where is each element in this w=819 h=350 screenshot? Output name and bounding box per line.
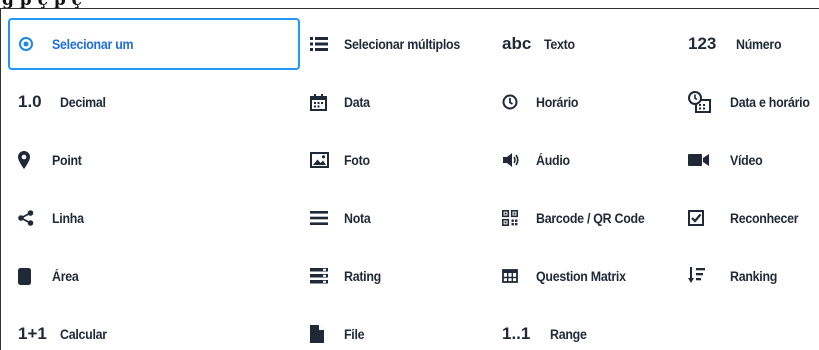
field-type-data[interactable]: Data: [300, 76, 492, 128]
field-type-grid: Selecionar um Selecionar múltiplos abc T…: [8, 18, 819, 350]
field-type-horario[interactable]: Horário: [492, 76, 678, 128]
field-type-label: Point: [52, 152, 82, 168]
qr-code-icon: [502, 207, 528, 229]
field-type-rating[interactable]: Rating: [300, 250, 492, 302]
field-type-numero[interactable]: 123 Número: [678, 18, 819, 70]
field-type-selecionar-um[interactable]: Selecionar um: [8, 18, 300, 70]
field-type-label: Calcular: [60, 326, 107, 342]
field-type-audio[interactable]: Áudio: [492, 134, 678, 186]
table-grid-icon: [502, 265, 528, 287]
field-type-ranking[interactable]: Ranking: [678, 250, 819, 302]
calendar-icon: [310, 91, 336, 113]
share-line-icon: [18, 207, 44, 229]
note-lines-icon: [310, 207, 336, 229]
field-type-label: Rating: [344, 268, 381, 284]
field-type-label: Foto: [344, 152, 370, 168]
clock-icon: [502, 91, 528, 113]
field-type-video[interactable]: Vídeo: [678, 134, 819, 186]
field-type-label: Linha: [52, 210, 84, 226]
field-type-label: Texto: [544, 36, 575, 52]
field-type-label: Ranking: [730, 268, 778, 284]
number-123-icon: 123: [688, 34, 717, 53]
field-type-label: Selecionar um: [52, 36, 134, 52]
field-type-texto[interactable]: abc Texto: [492, 18, 678, 70]
field-type-label: Range: [550, 326, 587, 342]
field-type-question-matrix[interactable]: Question Matrix: [492, 250, 678, 302]
radio-selected-icon: [18, 33, 44, 55]
ranking-sort-icon: [688, 265, 722, 287]
speaker-icon: [502, 149, 528, 171]
photo-icon: [310, 149, 336, 171]
field-type-data-e-horario[interactable]: Data e horário: [678, 76, 819, 128]
field-type-label: Data e horário: [730, 94, 810, 110]
field-type-label: Áudio: [536, 152, 570, 168]
field-type-label: Data: [344, 94, 370, 110]
field-type-label: Barcode / QR Code: [536, 210, 645, 226]
field-type-label: Vídeo: [730, 152, 763, 168]
field-type-label: Número: [736, 36, 782, 52]
field-type-calcular[interactable]: 1+1 Calcular: [8, 308, 300, 350]
field-type-label: Question Matrix: [536, 268, 626, 284]
field-type-point[interactable]: Point: [8, 134, 300, 186]
field-type-label: Selecionar múltiplos: [344, 36, 460, 52]
field-type-label: File: [344, 326, 365, 342]
field-type-label: Área: [52, 268, 79, 284]
range-icon: 1..1: [502, 324, 531, 343]
field-type-nota[interactable]: Nota: [300, 192, 492, 244]
field-type-range[interactable]: 1..1 Range: [492, 308, 678, 350]
field-type-selecionar-multiplos[interactable]: Selecionar múltiplos: [300, 18, 492, 70]
field-type-foto[interactable]: Foto: [300, 134, 492, 186]
map-pin-icon: [18, 149, 44, 171]
text-abc-icon: abc: [502, 34, 532, 53]
list-icon: [310, 33, 336, 55]
field-type-barcode-qr[interactable]: Barcode / QR Code: [492, 192, 678, 244]
calendar-clock-icon: [688, 91, 722, 113]
field-type-decimal[interactable]: 1.0 Decimal: [8, 76, 300, 128]
video-camera-icon: [688, 149, 722, 171]
file-icon: [310, 323, 336, 345]
field-type-label: Reconhecer: [730, 210, 799, 226]
field-type-area[interactable]: Área: [8, 250, 300, 302]
field-type-label: Horário: [536, 94, 579, 110]
field-type-label: Nota: [344, 210, 371, 226]
decimal-icon: 1.0: [18, 92, 42, 111]
checkbox-icon: [688, 207, 722, 229]
field-type-file[interactable]: File: [300, 308, 492, 350]
area-shape-icon: [18, 265, 44, 287]
field-type-reconhecer[interactable]: Reconhecer: [678, 192, 819, 244]
rating-bars-icon: [310, 265, 336, 287]
field-type-linha[interactable]: Linha: [8, 192, 300, 244]
field-type-label: Decimal: [60, 94, 106, 110]
calculate-icon: 1+1: [18, 324, 47, 343]
